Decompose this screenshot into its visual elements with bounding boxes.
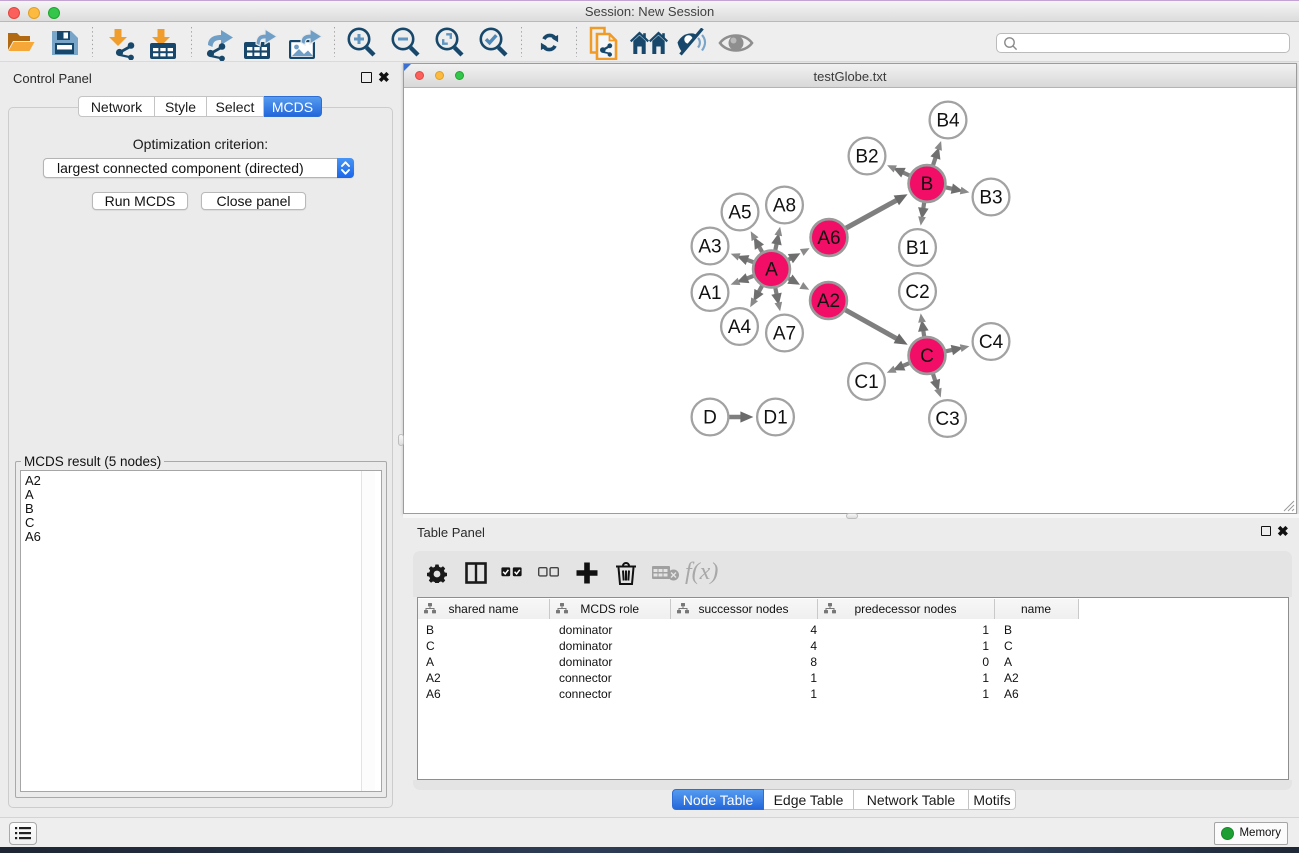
svg-text:B3: B3: [979, 188, 1002, 209]
svg-text:C2: C2: [905, 282, 929, 303]
svg-text:A7: A7: [773, 324, 796, 345]
svg-text:A6: A6: [817, 228, 840, 249]
svg-text:C4: C4: [979, 332, 1004, 353]
svg-text:A5: A5: [728, 203, 751, 224]
svg-text:B: B: [921, 174, 934, 195]
svg-text:B1: B1: [906, 238, 929, 259]
svg-text:A8: A8: [773, 196, 796, 217]
svg-text:A: A: [765, 260, 778, 281]
svg-text:B4: B4: [936, 111, 960, 132]
svg-text:C3: C3: [935, 409, 959, 430]
svg-text:A4: A4: [728, 317, 752, 338]
svg-text:A2: A2: [817, 291, 840, 312]
svg-text:A3: A3: [698, 237, 721, 258]
svg-text:D: D: [703, 408, 717, 429]
svg-text:C1: C1: [854, 372, 878, 393]
svg-text:C: C: [920, 346, 934, 367]
svg-text:B2: B2: [855, 147, 878, 168]
svg-text:D1: D1: [763, 408, 787, 429]
svg-text:A1: A1: [698, 283, 721, 304]
